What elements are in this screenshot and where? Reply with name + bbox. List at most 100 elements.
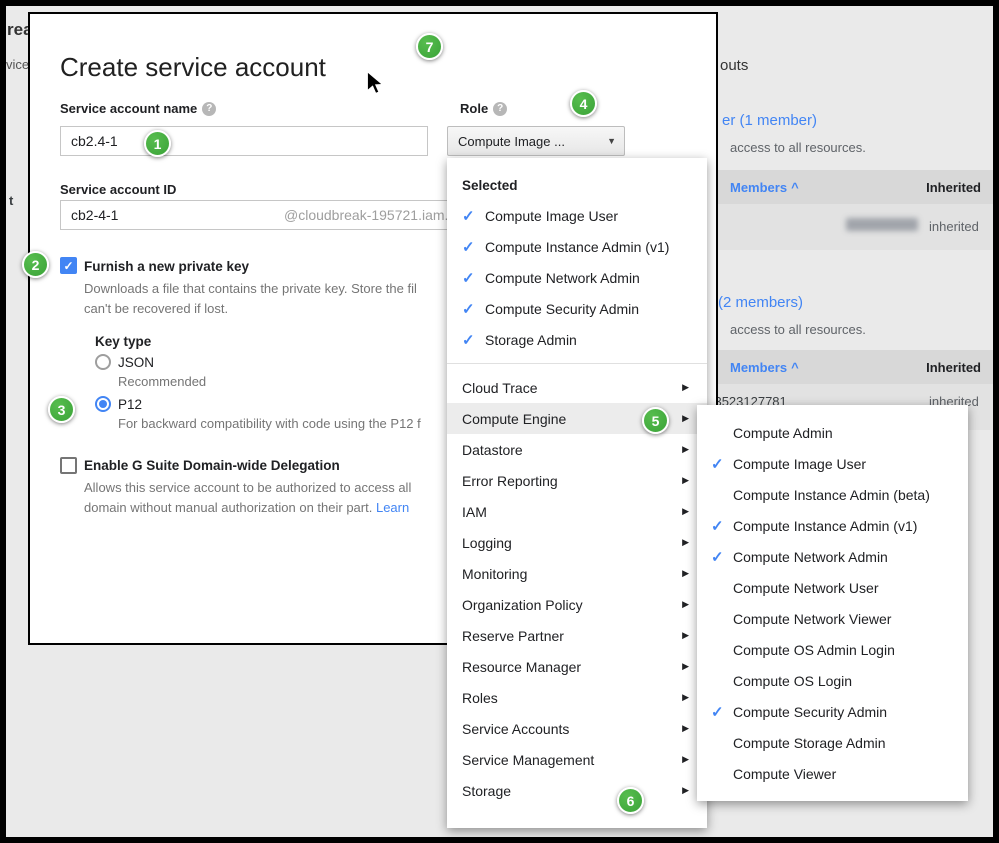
menu-item-label: Compute Admin	[733, 425, 833, 441]
menu-item-label: Storage	[462, 783, 511, 799]
selected-role-item[interactable]: ✓ Compute Security Admin	[447, 293, 707, 324]
redacted-member-email	[846, 218, 918, 231]
check-icon: ✓	[711, 703, 733, 721]
menu-item-label: Resource Manager	[462, 659, 581, 675]
background-text-fragment: t	[9, 193, 13, 208]
menu-item-label: Compute Instance Admin (v1)	[485, 239, 669, 255]
selected-section-header: Selected	[447, 170, 707, 200]
delegation-description-text: domain without manual authorization on t…	[84, 500, 372, 515]
menu-item-label: Cloud Trace	[462, 380, 537, 396]
service-account-name-input[interactable]: cb2.4-1	[60, 126, 428, 156]
compute-role-item[interactable]: ✓ Compute OS Admin Login	[697, 634, 968, 665]
menu-item-label: Datastore	[462, 442, 523, 458]
chevron-right-icon: ▶	[682, 754, 689, 765]
menu-divider	[447, 363, 707, 364]
check-icon: ✓	[462, 331, 485, 349]
json-key-radio[interactable]	[95, 354, 111, 370]
role-category-item[interactable]: Service Accounts ▶	[447, 713, 707, 744]
check-icon: ✓	[711, 517, 733, 535]
role-dropdown-value: Compute Image ...	[458, 134, 565, 149]
selected-role-item[interactable]: ✓ Compute Image User	[447, 200, 707, 231]
menu-item-label: Compute Image User	[733, 456, 866, 472]
json-option-description: Recommended	[118, 374, 206, 389]
menu-item-label: Compute Network Admin	[485, 270, 640, 286]
compute-role-item[interactable]: ✓ Compute Instance Admin (beta)	[697, 479, 968, 510]
chevron-right-icon: ▶	[682, 537, 689, 548]
compute-role-item[interactable]: ✓ Compute Instance Admin (v1)	[697, 510, 968, 541]
dialog-title: Create service account	[60, 52, 326, 83]
id-domain-suffix: @cloudbreak-195721.iam.gs	[284, 207, 463, 223]
role-category-item[interactable]: IAM ▶	[447, 496, 707, 527]
role-category-item[interactable]: Monitoring ▶	[447, 558, 707, 589]
help-icon[interactable]: ?	[493, 102, 507, 116]
background-text-fragment: vice	[6, 57, 29, 72]
chevron-right-icon: ▶	[682, 568, 689, 579]
p12-key-radio[interactable]	[95, 396, 111, 412]
selected-role-item[interactable]: ✓ Compute Network Admin	[447, 262, 707, 293]
check-icon: ✓	[711, 548, 733, 566]
furnish-private-key-checkbox[interactable]: ✓	[60, 257, 77, 274]
gsuite-delegation-label: Enable G Suite Domain-wide Delegation	[84, 458, 340, 473]
background-text-fragment: outs	[720, 57, 748, 74]
compute-role-item[interactable]: ✓ Compute Network Admin	[697, 541, 968, 572]
selected-role-item[interactable]: ✓ Compute Instance Admin (v1)	[447, 231, 707, 262]
role-category-item[interactable]: Reserve Partner ▶	[447, 620, 707, 651]
service-account-id-label: Service account ID	[60, 182, 176, 197]
menu-item-label: Compute Security Admin	[485, 301, 639, 317]
key-type-label: Key type	[95, 334, 151, 349]
compute-role-item[interactable]: ✓ Compute Storage Admin	[697, 727, 968, 758]
role-category-item[interactable]: Error Reporting ▶	[447, 465, 707, 496]
menu-item-label: Compute Network Admin	[733, 549, 888, 565]
chevron-right-icon: ▶	[682, 506, 689, 517]
compute-role-item[interactable]: ✓ Compute Image User	[697, 448, 968, 479]
p12-option-description: For backward compatibility with code usi…	[118, 416, 421, 431]
selected-role-item[interactable]: ✓ Storage Admin	[447, 324, 707, 355]
furnish-description-line2: can't be recovered if lost.	[84, 301, 228, 316]
compute-engine-submenu: ✓ Compute Admin ✓ Compute Image User ✓ C…	[697, 405, 968, 801]
chevron-right-icon: ▶	[682, 475, 689, 486]
compute-role-item[interactable]: ✓ Compute Security Admin	[697, 696, 968, 727]
menu-item-label: IAM	[462, 504, 487, 520]
compute-role-item[interactable]: ✓ Compute Viewer	[697, 758, 968, 789]
check-icon: ✓	[462, 207, 485, 225]
role-category-item[interactable]: Resource Manager ▶	[447, 651, 707, 682]
help-icon[interactable]: ?	[202, 102, 216, 116]
furnish-private-key-label: Furnish a new private key	[84, 259, 249, 274]
menu-item-label: Organization Policy	[462, 597, 583, 613]
role-categories-list: Cloud Trace ▶ Compute Engine ▶ Datastore…	[447, 372, 707, 806]
chevron-right-icon: ▶	[682, 630, 689, 641]
menu-item-label: Compute Image User	[485, 208, 618, 224]
check-icon: ✓	[63, 259, 73, 273]
menu-item-label: Roles	[462, 690, 498, 706]
role-category-item[interactable]: Service Management ▶	[447, 744, 707, 775]
gsuite-delegation-checkbox[interactable]	[60, 457, 77, 474]
screenshot-frame: rea vice t outs er (1 member) access to …	[0, 0, 999, 843]
menu-item-label: Compute Instance Admin (beta)	[733, 487, 930, 503]
compute-role-item[interactable]: ✓ Compute OS Login	[697, 665, 968, 696]
label-text: Service account ID	[60, 182, 176, 197]
members-column-header[interactable]: Members ^	[730, 180, 799, 195]
members-column-header[interactable]: Members ^	[730, 360, 799, 375]
role-category-item[interactable]: Logging ▶	[447, 527, 707, 558]
role-category-item[interactable]: Storage ▶	[447, 775, 707, 806]
role-category-item[interactable]: Cloud Trace ▶	[447, 372, 707, 403]
role-category-item[interactable]: Datastore ▶	[447, 434, 707, 465]
chevron-right-icon: ▶	[682, 661, 689, 672]
compute-role-item[interactable]: ✓ Compute Network User	[697, 572, 968, 603]
sort-caret-icon: ^	[791, 360, 799, 375]
compute-role-item[interactable]: ✓ Compute Admin	[697, 417, 968, 448]
role-category-item[interactable]: Organization Policy ▶	[447, 589, 707, 620]
role-dropdown-button[interactable]: Compute Image ... ▼	[447, 126, 625, 156]
menu-item-label: Error Reporting	[462, 473, 558, 489]
input-value: cb2-4-1	[71, 207, 284, 223]
chevron-right-icon: ▶	[682, 692, 689, 703]
mouse-cursor	[364, 70, 386, 101]
chevron-right-icon: ▶	[682, 723, 689, 734]
inherited-column-header: Inherited	[926, 180, 981, 195]
role-category-item[interactable]: Roles ▶	[447, 682, 707, 713]
label-text: Role	[460, 101, 488, 116]
member-section-heading: (2 members)	[718, 294, 803, 311]
compute-role-item[interactable]: ✓ Compute Network Viewer	[697, 603, 968, 634]
learn-more-link[interactable]: Learn	[376, 500, 409, 515]
inherited-column-header: Inherited	[926, 360, 981, 375]
